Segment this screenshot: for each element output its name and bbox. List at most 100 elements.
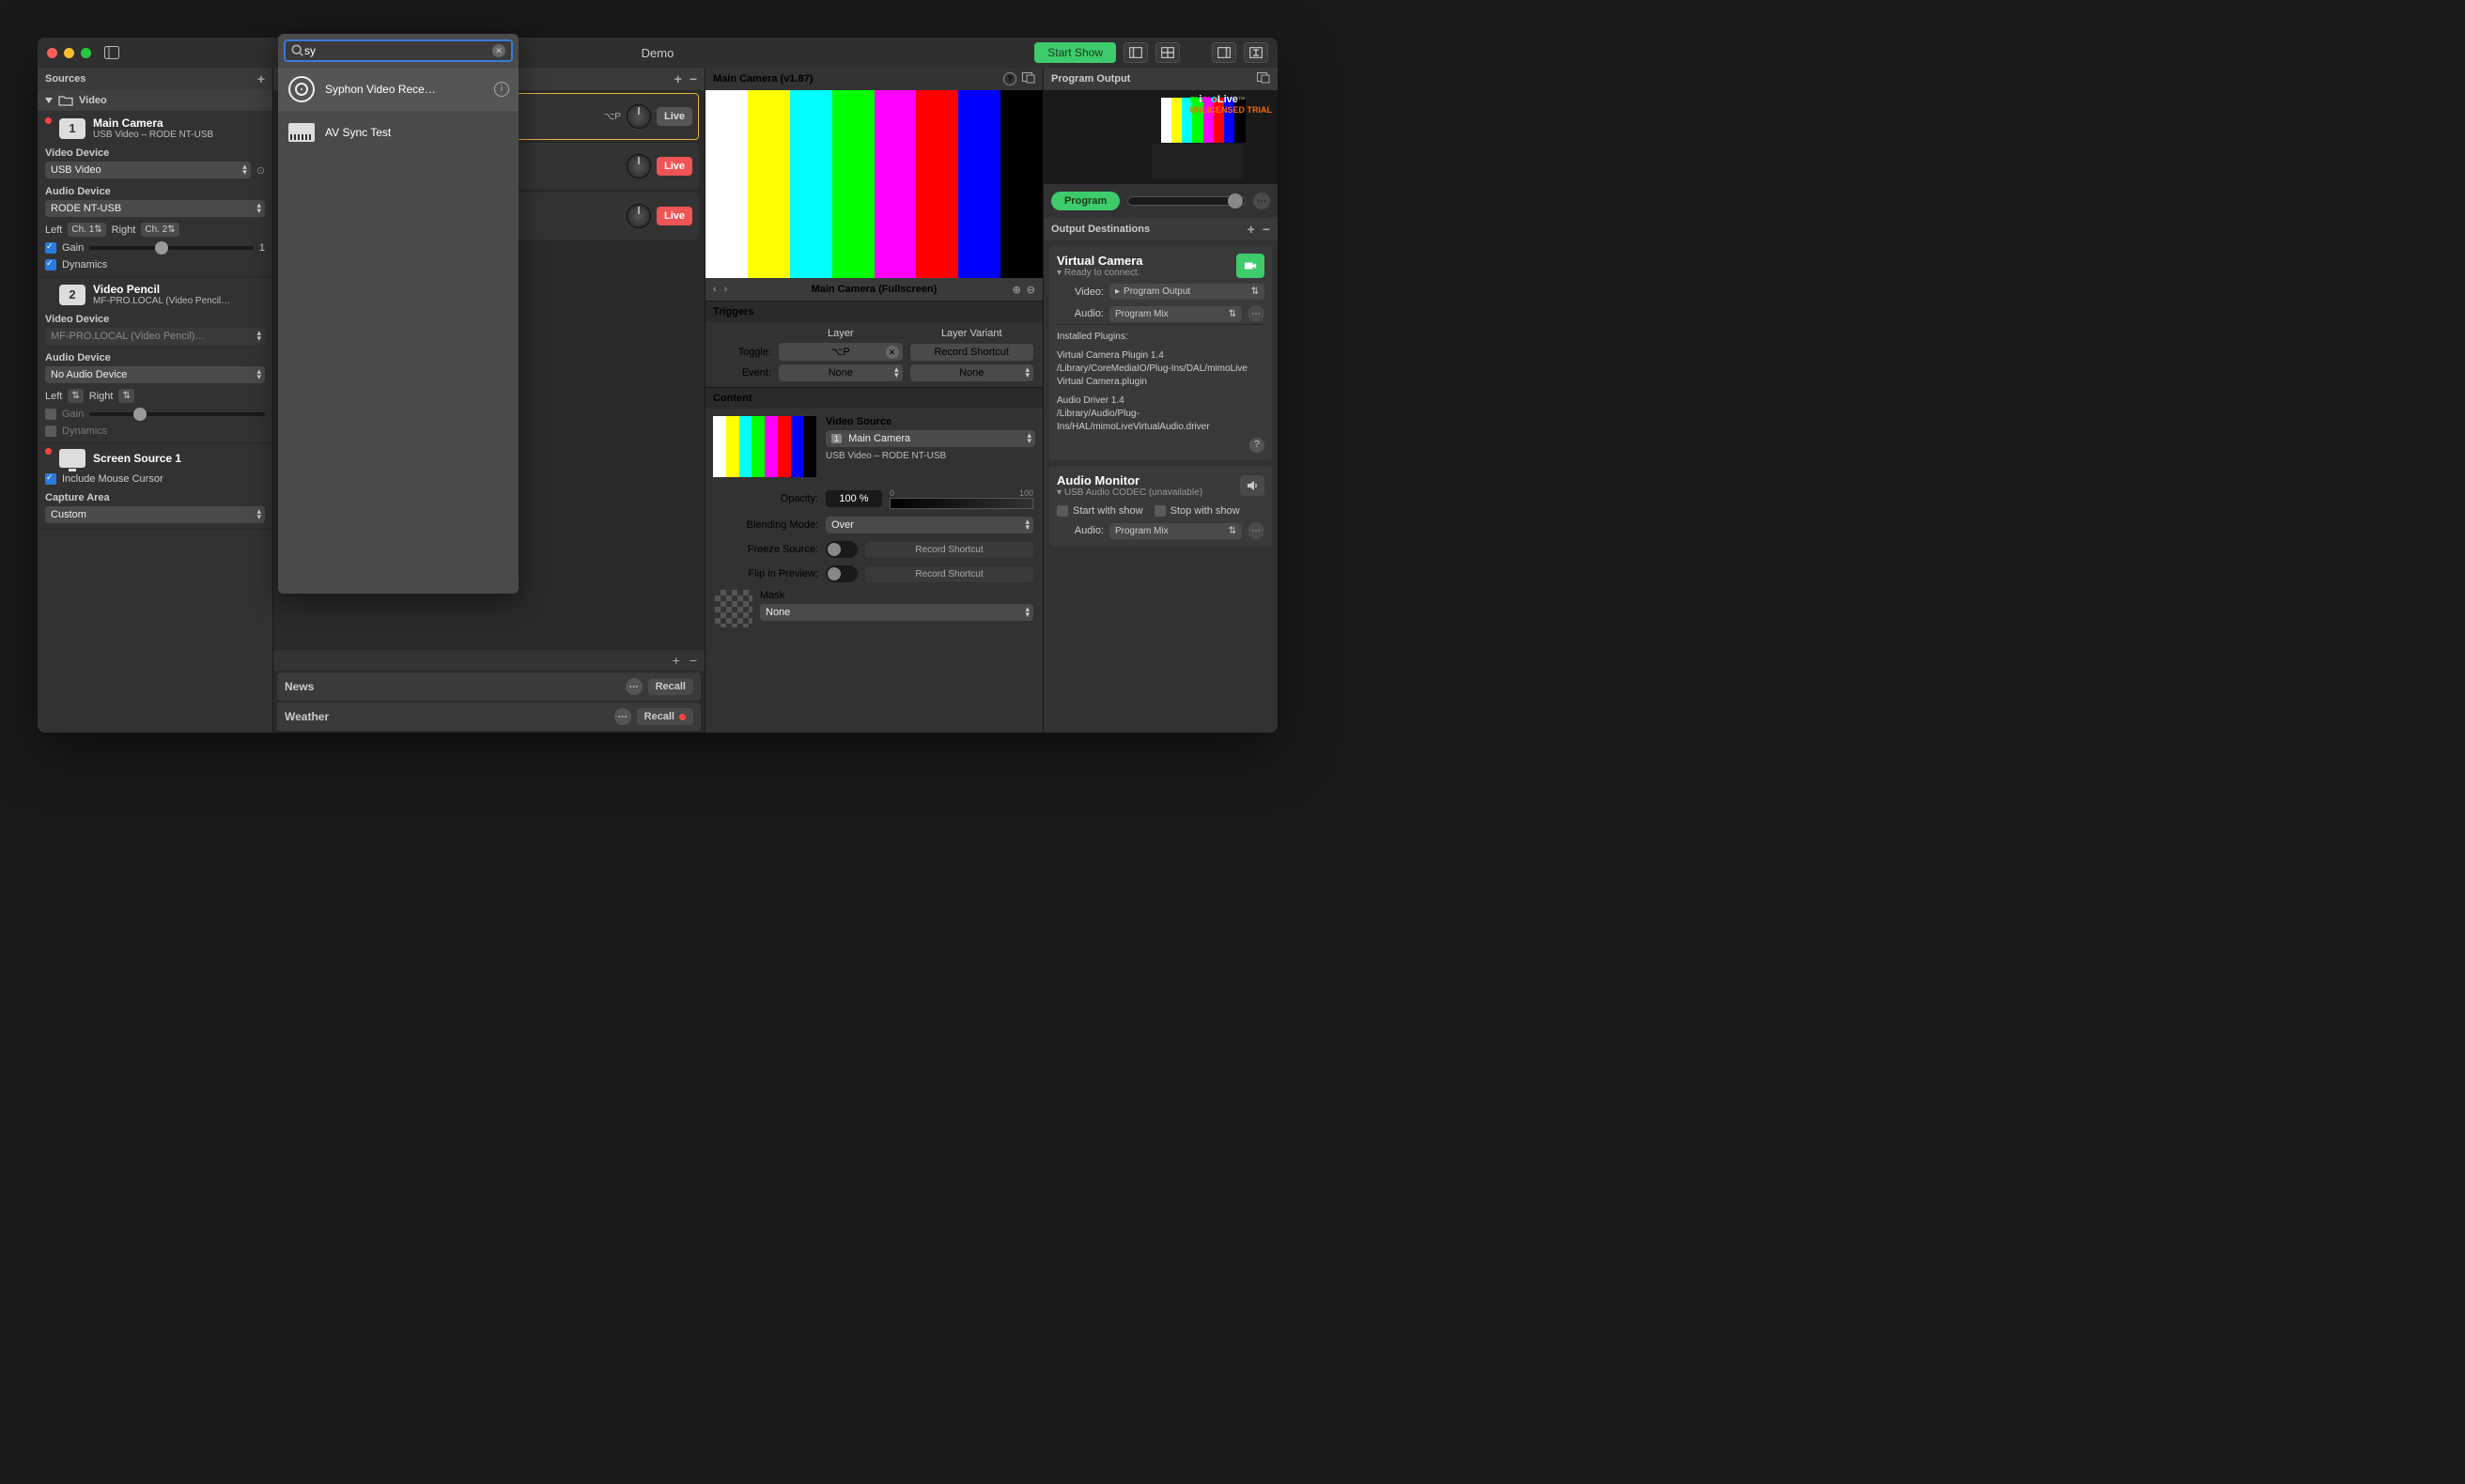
volume-knob[interactable]	[627, 204, 651, 228]
volume-knob[interactable]	[627, 154, 651, 178]
video-device-select[interactable]: MF-PRO.LOCAL (Video Pencil)…▴▾	[45, 328, 265, 345]
layout-icon-2[interactable]	[1155, 42, 1180, 63]
right-channel-select[interactable]: ⇅	[118, 389, 133, 403]
zoom-window-button[interactable]	[81, 48, 91, 58]
layout-icon-4[interactable]	[1244, 42, 1268, 63]
add-layer-button[interactable]: +	[674, 71, 682, 86]
gain-checkbox[interactable]	[45, 409, 56, 420]
close-window-button[interactable]	[47, 48, 57, 58]
set-options-button[interactable]: ⋯	[626, 678, 643, 695]
layout-icon-1[interactable]	[1124, 42, 1148, 63]
popout-icon[interactable]	[1022, 72, 1035, 86]
popout-icon[interactable]	[1257, 72, 1270, 86]
recall-button[interactable]: Recall	[648, 678, 693, 695]
audio-options-button[interactable]: ⋯	[1248, 305, 1264, 322]
remove-set-button[interactable]: −	[690, 653, 697, 668]
blend-mode-select[interactable]: Over▴▾	[826, 517, 1033, 533]
clear-search-button[interactable]: ✕	[492, 44, 505, 57]
flip-toggle[interactable]	[826, 565, 858, 582]
help-icon[interactable]: ?	[1249, 438, 1264, 453]
video-device-select[interactable]: USB Video▴▾	[45, 162, 251, 178]
right-channel-select[interactable]: Ch. 2 ⇅	[141, 223, 178, 237]
dest-virtual-camera[interactable]: Virtual Camera ▾ Ready to connect. Video…	[1049, 246, 1272, 460]
chevron-down-icon	[45, 98, 53, 103]
sources-group-video[interactable]: Video	[38, 90, 272, 111]
mask-thumbnail[interactable]	[715, 590, 752, 627]
source-badge: 2	[59, 285, 85, 305]
output-options-button[interactable]: ⋯	[1253, 193, 1270, 209]
delete-icon[interactable]: ⊖	[1027, 284, 1035, 296]
search-result-syphon[interactable]: Syphon Video Rece… i	[278, 68, 519, 111]
remove-dest-button[interactable]: −	[1263, 222, 1270, 237]
capture-area-select[interactable]: Custom▴▾	[45, 506, 265, 523]
recall-button[interactable]: Recall	[637, 708, 693, 725]
opacity-input[interactable]: 100 %	[826, 490, 882, 507]
source-main-camera[interactable]: 1 Main Camera USB Video – RODE NT-USB Vi…	[38, 111, 272, 277]
dynamics-checkbox[interactable]	[45, 425, 56, 437]
gain-slider[interactable]	[89, 412, 265, 416]
stop-with-show-checkbox[interactable]	[1155, 505, 1166, 517]
left-channel-select[interactable]: Ch. 1 ⇅	[68, 223, 105, 237]
watermark: mimoLive™ UNLICENSED TRIAL	[1190, 94, 1273, 115]
titlebar: Demo Start Show	[38, 38, 1278, 68]
gain-checkbox[interactable]	[45, 242, 56, 254]
sidebar-toggle-icon[interactable]	[102, 45, 121, 60]
app-window: Demo Start Show Sources + Video	[38, 38, 1278, 733]
program-preview: mimoLive™ UNLICENSED TRIAL	[1044, 90, 1278, 184]
audio-device-select[interactable]: No Audio Device▴▾	[45, 366, 265, 383]
dynamics-checkbox[interactable]	[45, 259, 56, 271]
dest-audio-monitor[interactable]: Audio Monitor ▾ USB Audio CODEC (unavail…	[1049, 466, 1272, 547]
search-field[interactable]: ✕	[284, 39, 513, 62]
volume-knob[interactable]	[627, 104, 651, 129]
video-source-select[interactable]: 1 Main Camera▴▾	[826, 430, 1035, 447]
layer-set-weather[interactable]: Weather ⋯ Recall	[277, 703, 701, 731]
add-dest-button[interactable]: +	[1248, 222, 1255, 237]
layout-icon-3[interactable]	[1212, 42, 1236, 63]
toggle-shortcut[interactable]: ⌥P✕	[779, 343, 903, 361]
set-options-button[interactable]: ⋯	[614, 708, 631, 725]
add-set-button[interactable]: +	[673, 653, 680, 668]
source-screen[interactable]: Screen Source 1 Include Mouse Cursor Cap…	[38, 443, 272, 530]
freeze-shortcut[interactable]: Record Shortcut	[865, 542, 1033, 558]
next-variant-button[interactable]: ›	[724, 284, 728, 295]
event-select[interactable]: None▴▾	[779, 364, 903, 381]
start-with-show-checkbox[interactable]	[1057, 505, 1068, 517]
info-icon[interactable]: ⊙	[256, 164, 265, 177]
audio-options-button[interactable]: ⋯	[1248, 522, 1264, 539]
output-slider[interactable]	[1127, 196, 1246, 206]
clear-shortcut-button[interactable]: ✕	[886, 346, 899, 359]
freeze-toggle[interactable]	[826, 541, 858, 558]
info-icon[interactable]: i	[494, 82, 509, 97]
layer-set-news[interactable]: News ⋯ Recall	[277, 672, 701, 701]
left-channel-select[interactable]: ⇅	[68, 389, 83, 403]
gain-slider[interactable]	[89, 246, 254, 250]
help-icon[interactable]: ?	[1003, 72, 1016, 85]
variant-shortcut[interactable]: Record Shortcut	[910, 344, 1034, 361]
live-toggle[interactable]: Live	[657, 107, 692, 126]
camera-icon[interactable]	[1236, 254, 1264, 278]
variant-event-select[interactable]: None▴▾	[910, 364, 1034, 381]
mask-select[interactable]: None▴▾	[760, 604, 1033, 621]
vcam-audio-select[interactable]: Program Mix⇅	[1109, 306, 1242, 322]
flip-shortcut[interactable]: Record Shortcut	[865, 566, 1033, 582]
remove-layer-button[interactable]: −	[690, 71, 697, 86]
vcam-video-select[interactable]: ▸Program Output⇅	[1109, 284, 1264, 300]
start-show-button[interactable]: Start Show	[1034, 42, 1116, 63]
source-video-pencil[interactable]: 2 Video Pencil MF-PRO.LOCAL (Video Penci…	[38, 277, 272, 443]
audio-device-select[interactable]: RODE NT-USB▴▾	[45, 200, 265, 217]
minimize-window-button[interactable]	[64, 48, 74, 58]
duplicate-icon[interactable]: ⊕	[1013, 284, 1021, 296]
search-result-avsync[interactable]: AV Sync Test	[278, 111, 519, 154]
syphon-icon	[288, 76, 315, 102]
prev-variant-button[interactable]: ‹	[713, 284, 717, 295]
program-button[interactable]: Program	[1051, 192, 1120, 210]
search-input[interactable]	[304, 44, 492, 57]
mouse-cursor-checkbox[interactable]	[45, 473, 56, 485]
preview-panel: Main Camera (v1.87) ? ‹› Main Camera (Fu…	[705, 68, 1043, 733]
sources-add-button[interactable]: +	[257, 71, 265, 86]
speaker-icon[interactable]	[1240, 475, 1264, 496]
live-toggle[interactable]: Live	[657, 207, 692, 225]
live-toggle[interactable]: Live	[657, 157, 692, 176]
monitor-audio-select[interactable]: Program Mix⇅	[1109, 523, 1242, 539]
opacity-slider[interactable]	[890, 498, 1033, 509]
